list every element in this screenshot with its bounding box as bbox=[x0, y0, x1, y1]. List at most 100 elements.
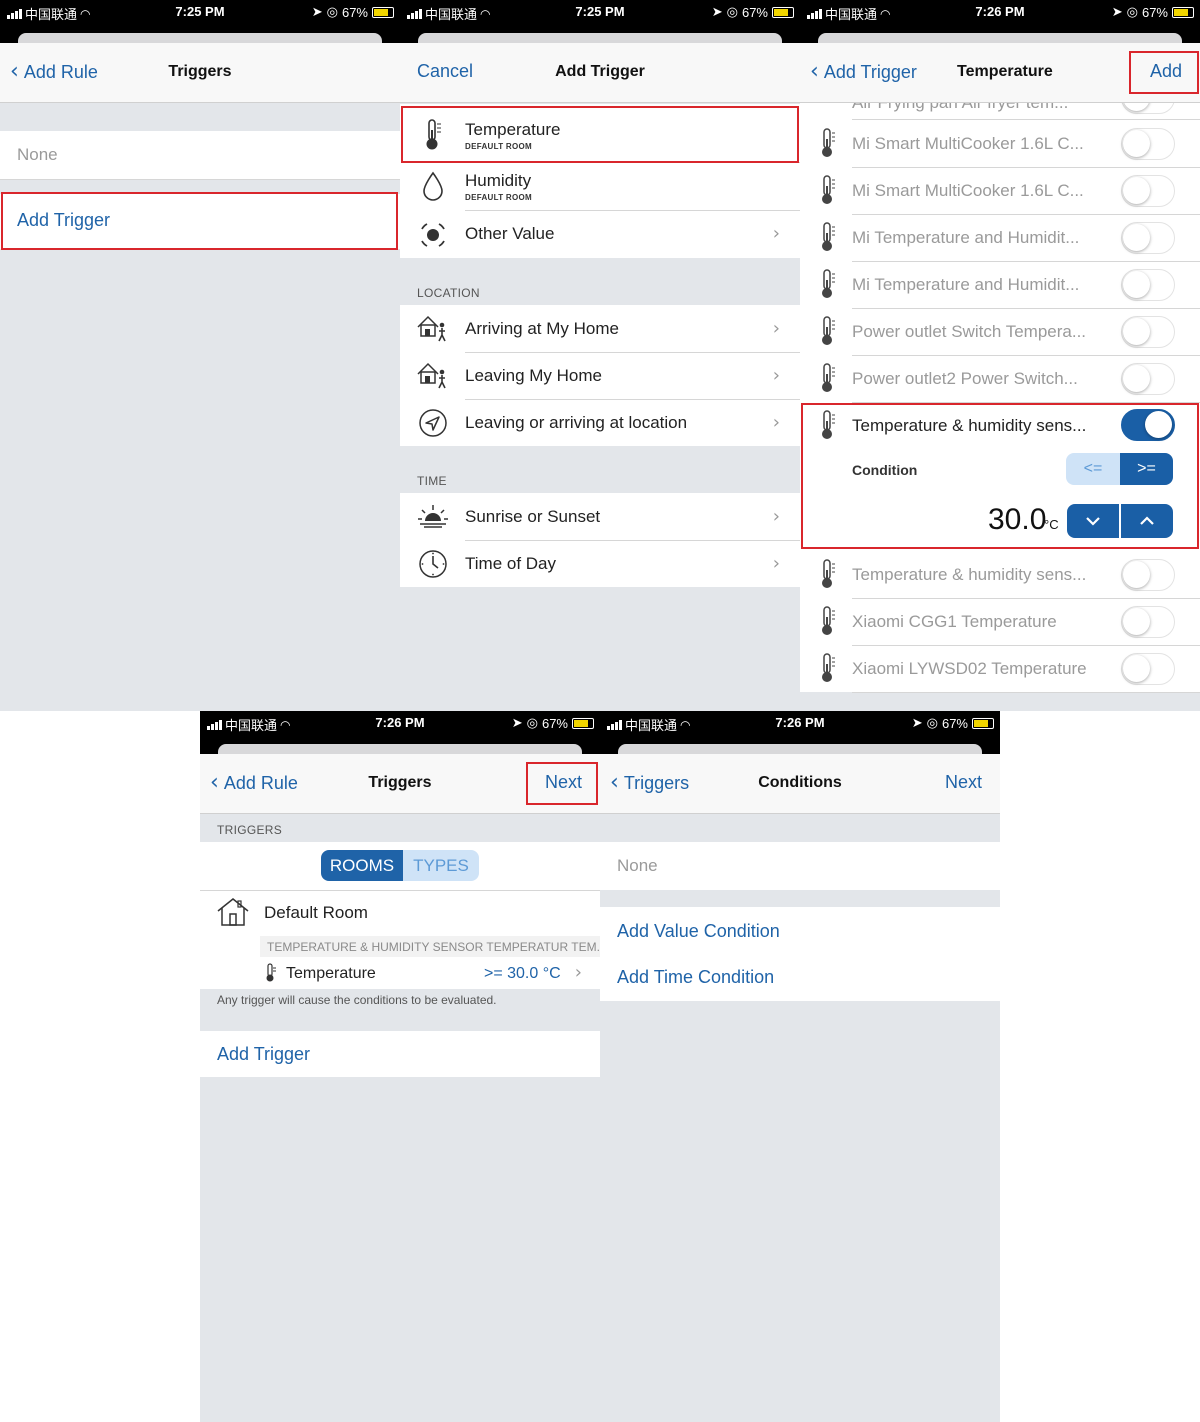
trigger-row-temperature[interactable]: Temperature >= 30.0 °C › bbox=[200, 960, 600, 988]
rotation-lock-icon: ◎ bbox=[726, 4, 738, 19]
device-toggle[interactable] bbox=[1121, 316, 1175, 348]
list-item-location[interactable]: Leaving or arriving at location › bbox=[400, 399, 800, 446]
device-label: Power outlet Switch Tempera... bbox=[852, 322, 1087, 341]
row-label: Other Value bbox=[465, 224, 555, 243]
back-button[interactable]: ‹ Add Trigger bbox=[810, 61, 917, 83]
device-row[interactable]: Power outlet2 Power Switch... bbox=[800, 356, 1200, 403]
thermometer-icon bbox=[822, 559, 835, 588]
list-item-leaving-home[interactable]: Leaving My Home › bbox=[400, 352, 800, 399]
device-toggle[interactable] bbox=[1121, 653, 1175, 685]
device-toggle[interactable] bbox=[1121, 559, 1175, 591]
device-row[interactable]: Mi Smart MultiCooker 1.6L C... bbox=[800, 121, 1200, 168]
status-bar: 中国联通 ◠ 7:25 PM ➤ ◎ 67% bbox=[0, 0, 400, 31]
highlight-box bbox=[1129, 51, 1199, 94]
chevron-left-icon: ‹ bbox=[810, 59, 819, 84]
battery-icon bbox=[1172, 6, 1194, 18]
device-toggle[interactable] bbox=[1121, 222, 1175, 254]
device-label: Mi Temperature and Humidit... bbox=[852, 228, 1080, 247]
nav-bar: ‹ Add Rule Triggers bbox=[0, 43, 400, 103]
thermometer-icon bbox=[266, 963, 276, 982]
segment-rooms-label: ROOMS bbox=[329, 855, 395, 875]
row-label: Arriving at My Home bbox=[465, 319, 619, 338]
section-header-triggers: TRIGGERS bbox=[217, 823, 283, 837]
location-status-icon: ➤ bbox=[511, 715, 523, 730]
row-label: Leaving My Home bbox=[465, 366, 603, 385]
device-list: Air Frying pan Air fryer tem... Mi Smart… bbox=[800, 82, 1200, 693]
list-item-humidity[interactable]: Humidity DEFAULT ROOM bbox=[400, 162, 800, 210]
add-time-condition-button[interactable]: Add Time Condition bbox=[600, 954, 1000, 1001]
row-label: Time of Day bbox=[465, 554, 557, 573]
device-row[interactable]: Mi Temperature and Humidit... bbox=[800, 215, 1200, 262]
device-toggle[interactable] bbox=[1121, 363, 1175, 395]
thermometer-icon bbox=[822, 269, 835, 298]
page-title: Add Trigger bbox=[555, 63, 645, 80]
segment-types[interactable]: TYPES bbox=[403, 850, 479, 881]
chevron-right-icon: › bbox=[772, 506, 780, 527]
home-person-icon bbox=[417, 315, 446, 342]
footer-note: Any trigger will cause the conditions to… bbox=[217, 993, 497, 1007]
add-trigger-button[interactable]: Add Trigger bbox=[200, 1031, 600, 1077]
segment-rooms[interactable]: ROOMS bbox=[321, 850, 403, 881]
thermometer-icon bbox=[822, 363, 835, 392]
chevron-right-icon: › bbox=[772, 318, 780, 339]
rotation-lock-icon: ◎ bbox=[326, 4, 338, 19]
device-label: Mi Temperature and Humidit... bbox=[852, 275, 1080, 294]
add-condition-group: Add Value Condition Add Time Condition bbox=[600, 907, 1000, 1001]
none-row: None bbox=[600, 842, 1000, 890]
device-row[interactable]: Xiaomi CGG1 Temperature bbox=[800, 599, 1200, 646]
clock-icon bbox=[419, 550, 447, 578]
highlight-box bbox=[801, 403, 1199, 549]
battery-percent: 67% bbox=[541, 715, 568, 731]
list-item-arriving-home[interactable]: Arriving at My Home › bbox=[400, 305, 800, 352]
rotation-lock-icon: ◎ bbox=[926, 715, 938, 730]
device-label: Temperature & humidity sens... bbox=[852, 565, 1087, 584]
page-title: Conditions bbox=[758, 774, 842, 791]
highlight-box bbox=[1, 192, 398, 250]
device-label: Xiaomi CGG1 Temperature bbox=[852, 612, 1057, 631]
battery-icon bbox=[972, 717, 994, 729]
chevron-right-icon: › bbox=[574, 962, 582, 983]
room-name: Default Room bbox=[264, 903, 368, 922]
thermometer-icon bbox=[822, 222, 835, 251]
none-label: None bbox=[617, 856, 658, 875]
segment-types-label: TYPES bbox=[413, 855, 469, 875]
device-row[interactable]: Mi Temperature and Humidit... bbox=[800, 262, 1200, 309]
section-header-time: TIME bbox=[417, 474, 447, 488]
status-bar: 中国联通 ◠ 7:25 PM ➤ ◎ 67% bbox=[400, 0, 800, 31]
location-group: Arriving at My Home › Leaving My Home › … bbox=[400, 305, 800, 446]
screen-temperature-devices: 中国联通◠ 7:26 PM ➤◎67% Air Frying pan Air f… bbox=[800, 0, 1200, 711]
add-time-condition-label: Add Time Condition bbox=[617, 967, 775, 987]
battery-icon bbox=[772, 6, 794, 18]
list-item-sunrise[interactable]: Sunrise or Sunset › bbox=[400, 493, 800, 540]
device-row[interactable]: Mi Smart MultiCooker 1.6L C... bbox=[800, 168, 1200, 215]
nav-bar: Cancel Add Trigger bbox=[400, 43, 800, 103]
location-status-icon: ➤ bbox=[711, 4, 723, 19]
device-toggle[interactable] bbox=[1121, 606, 1175, 638]
add-value-condition-button[interactable]: Add Value Condition bbox=[600, 907, 1000, 954]
location-status-icon: ➤ bbox=[311, 4, 323, 19]
target-icon bbox=[421, 223, 445, 247]
device-toggle[interactable] bbox=[1121, 269, 1175, 301]
next-button[interactable]: Next bbox=[945, 772, 982, 793]
list-item-time-of-day[interactable]: Time of Day › bbox=[400, 540, 800, 587]
highlight-box bbox=[526, 762, 598, 805]
battery-percent: 67% bbox=[941, 715, 968, 731]
row-label: Humidity bbox=[465, 171, 532, 190]
device-row[interactable]: Temperature & humidity sens... bbox=[800, 552, 1200, 599]
device-toggle[interactable] bbox=[1121, 175, 1175, 207]
rotation-lock-icon: ◎ bbox=[1126, 4, 1138, 19]
device-row[interactable]: Power outlet Switch Tempera... bbox=[800, 309, 1200, 356]
back-label: Add Trigger bbox=[823, 61, 917, 82]
house-icon bbox=[217, 898, 249, 926]
triggers-group: ROOMS TYPES Default Room TEMPERATURE & H… bbox=[200, 842, 600, 989]
device-row[interactable]: Xiaomi LYWSD02 Temperature bbox=[800, 646, 1200, 693]
screen-triggers-summary: 中国联通 ◠ 7:26 PM ➤ ◎ 67% ‹ Add Rule Triggers N… bbox=[200, 711, 600, 1422]
device-label: Mi Smart MultiCooker 1.6L C... bbox=[852, 181, 1084, 200]
battery-percent: 67% bbox=[741, 4, 768, 20]
thermometer-icon bbox=[822, 606, 835, 635]
list-item-other-value[interactable]: Other Value › bbox=[400, 210, 800, 258]
device-label: Xiaomi LYWSD02 Temperature bbox=[852, 659, 1087, 678]
device-toggle[interactable] bbox=[1121, 128, 1175, 160]
location-status-icon: ➤ bbox=[1111, 4, 1123, 19]
screen-conditions: 中国联通 ◠ 7:26 PM ➤ ◎ 67% ‹ Triggers Conditions… bbox=[600, 711, 1000, 1422]
